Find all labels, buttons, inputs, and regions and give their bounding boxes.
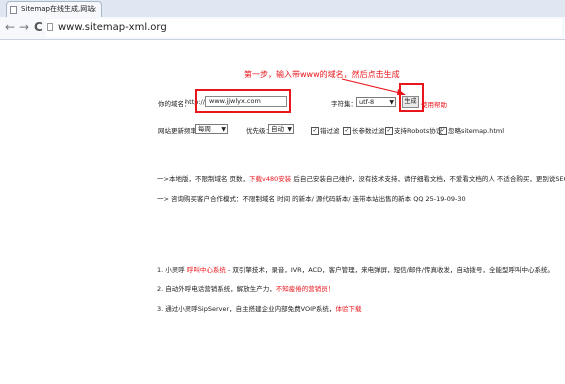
- page-icon: [47, 23, 53, 31]
- notice-purchase: 一> 咨询购买客户合作模式：不限制域名 时间 的新本/ 源代码新本/ 连带本站出…: [157, 195, 466, 203]
- promo-item-3: 3. 通过小灵呼SipServer，自主搭建企业内部免费VOIP系统，体验下载: [157, 303, 361, 313]
- option-label: 长参数过滤: [352, 127, 385, 135]
- chevron-down-icon: ▼: [287, 126, 292, 133]
- checkbox[interactable]: ✓: [311, 127, 319, 135]
- notice-text: 一>本地版，不限制域名 页数，: [157, 175, 250, 183]
- help-link[interactable]: 使用帮助: [421, 99, 447, 109]
- promo-link[interactable]: 呼叫中心系统: [187, 266, 226, 274]
- back-arrow-icon[interactable]: ←: [5, 20, 15, 34]
- checkbox[interactable]: ✓: [385, 127, 393, 135]
- domain-highlight-box: [195, 89, 291, 113]
- priority-select[interactable]: 自动 ▼: [268, 124, 294, 134]
- option-label: 错过滤: [320, 127, 340, 135]
- tab-close-icon[interactable]: ×: [90, 2, 97, 17]
- chevron-down-icon: ▼: [221, 126, 226, 133]
- reload-icon[interactable]: C: [34, 20, 43, 34]
- chevron-down-icon: ▼: [389, 99, 394, 106]
- priority-value: 自动: [271, 125, 284, 133]
- forward-arrow-icon[interactable]: →: [19, 20, 29, 34]
- tab-bar: Sitemap在线生成,网站 ×: [0, 0, 565, 17]
- download-link[interactable]: 下载v480安装: [249, 175, 291, 183]
- promo-text: 1. 小灵呼: [157, 266, 187, 274]
- option-ignore-sitemap-html[interactable]: ✓ 忽略sitemap.html: [439, 125, 504, 135]
- tab-title: Sitemap在线生成,网站: [21, 5, 95, 13]
- checkbox[interactable]: ✓: [343, 127, 351, 135]
- option-filter-long-params[interactable]: ✓ 长参数过滤: [343, 125, 385, 135]
- promo-text: 2. 自动外呼电话营销系统，解放生产力，: [157, 285, 276, 293]
- promo-link[interactable]: 不知疲倦的营销员！: [276, 285, 335, 293]
- notice-local-version: 一>本地版，不限制域名 页数，下载v480安装 后自己安装自己维护，没有技术支持…: [157, 173, 565, 183]
- charset-label: 字符集：: [331, 100, 357, 108]
- notice-text: 后自己安装自己维护，没有技术支持，请仔细看文档，不爱看文档的人 不适合购买，更别…: [291, 175, 565, 183]
- checkbox[interactable]: ✓: [439, 127, 447, 135]
- charset-select[interactable]: utf-8 ▼: [356, 97, 396, 107]
- option-filter-errors[interactable]: ✓ 错过滤: [311, 125, 340, 135]
- address-bar[interactable]: www.sitemap-xml.org: [46, 19, 562, 37]
- promo-text: - 双引擎技术，录音，IVR，ACD，客户管理，来电弹屏，短信/邮件/传真收发，…: [225, 266, 554, 274]
- freq-value: 每周: [198, 125, 211, 133]
- address-url: www.sitemap-xml.org: [58, 22, 167, 33]
- option-label: 支持Robots协议: [394, 127, 443, 135]
- promo-item-1: 1. 小灵呼 呼叫中心系统 - 双引擎技术，录音，IVR，ACD，客户管理，来电…: [157, 264, 554, 274]
- freq-select[interactable]: 每周 ▼: [195, 124, 228, 134]
- option-label: 忽略sitemap.html: [448, 127, 505, 135]
- page-favicon-icon: [10, 6, 17, 14]
- promo-link[interactable]: 体验下载: [335, 305, 361, 313]
- charset-value: utf-8: [359, 98, 375, 106]
- option-robots[interactable]: ✓ 支持Robots协议: [385, 125, 442, 135]
- browser-tab[interactable]: Sitemap在线生成,网站 ×: [6, 1, 102, 17]
- promo-text: 3. 通过小灵呼SipServer，自主搭建企业内部免费VOIP系统，: [157, 305, 336, 313]
- promo-item-2: 2. 自动外呼电话营销系统，解放生产力，不知疲倦的营销员！: [157, 283, 334, 293]
